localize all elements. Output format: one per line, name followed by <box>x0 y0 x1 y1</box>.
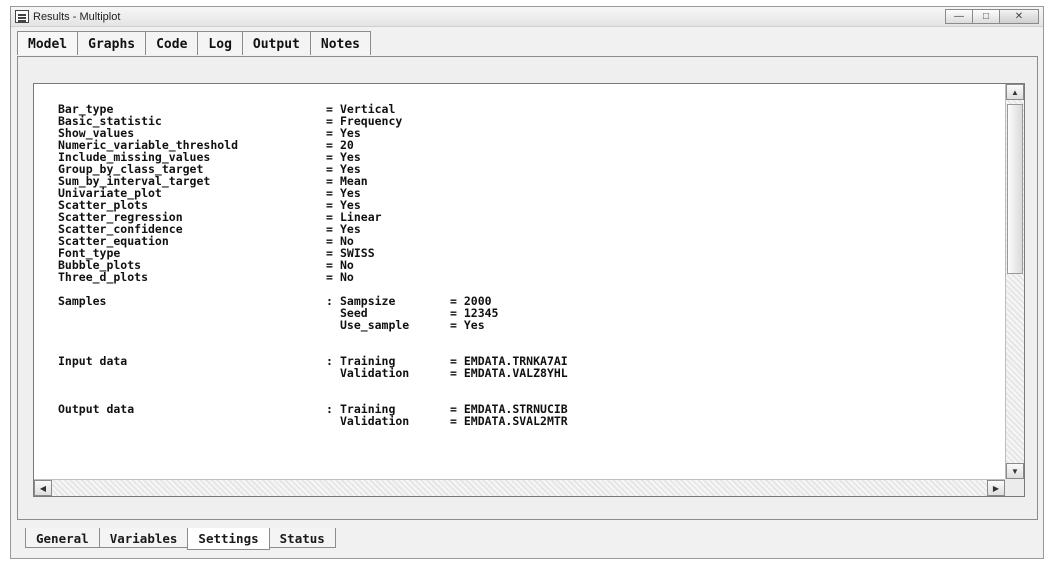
tab-settings[interactable]: Settings <box>187 528 270 550</box>
arrow-right-icon[interactable]: ▶ <box>987 480 1005 496</box>
scroll-corner <box>1005 479 1024 496</box>
tab-general[interactable]: General <box>25 528 100 548</box>
output-data-value: EMDATA.SVAL2MTR <box>463 414 568 428</box>
vertical-scrollbar[interactable]: ▲ ▼ <box>1005 84 1024 479</box>
tab-notes[interactable]: Notes <box>309 31 372 55</box>
horizontal-scrollbar[interactable]: ◀ ▶ <box>34 479 1005 496</box>
setting-key: Three_d_plots <box>58 270 149 284</box>
tab-model[interactable]: Model <box>17 31 79 55</box>
output-data-label: Output data <box>58 402 135 416</box>
bottom-tab-bar: General Variables Settings Status <box>25 528 336 550</box>
setting-row: Scatter_plots = Yes <box>58 198 361 212</box>
settings-panel: Bar_type = Vertical Basic_statistic = Freq… <box>17 56 1038 520</box>
samples-label: Samples <box>58 294 107 308</box>
output-data-row: Validation = EMDATA.SVAL2MTR <box>340 414 568 428</box>
maximize-button[interactable]: □ <box>972 9 1000 24</box>
input-data-row: Validation = EMDATA.VALZ8YHL <box>340 366 568 380</box>
setting-row: Univariate_plot = Yes <box>58 186 361 200</box>
arrow-left-icon[interactable]: ◀ <box>34 480 52 496</box>
settings-content: Bar_type = Vertical Basic_statistic = Freq… <box>34 84 1005 479</box>
minimize-button[interactable]: — <box>945 9 973 24</box>
tab-graphs[interactable]: Graphs <box>77 31 147 55</box>
maximize-icon: □ <box>982 11 990 22</box>
tab-output[interactable]: Output <box>241 31 311 55</box>
samples-row: Samples: Sampsize = 2000 <box>58 294 492 308</box>
window-controls: — □ ✕ <box>945 9 1039 24</box>
setting-row: Bar_type = Vertical <box>58 102 396 116</box>
sample-key: Use_sample <box>340 318 410 332</box>
samples-row: Seed = 12345 <box>340 306 499 320</box>
tab-status[interactable]: Status <box>268 528 336 548</box>
setting-row: Scatter_equation = No <box>58 234 354 248</box>
tab-variables[interactable]: Variables <box>98 528 189 548</box>
close-button[interactable]: ✕ <box>999 9 1039 24</box>
title-bar: Results - Multiplot — □ ✕ <box>11 7 1043 27</box>
vertical-scroll-thumb[interactable] <box>1007 104 1023 274</box>
tab-log[interactable]: Log <box>197 31 243 55</box>
close-icon: ✕ <box>1014 11 1024 22</box>
setting-row: Scatter_confidence = Yes <box>58 222 361 236</box>
setting-value: No <box>340 270 354 284</box>
setting-row: Three_d_plots = No <box>58 270 354 284</box>
setting-row: Scatter_regression = Linear <box>58 210 382 224</box>
settings-text-area[interactable]: Bar_type = Vertical Basic_statistic = Freq… <box>33 83 1025 497</box>
arrow-up-icon[interactable]: ▲ <box>1006 84 1024 100</box>
setting-row: Sum_by_interval_target = Mean <box>58 174 368 188</box>
input-data-value: EMDATA.VALZ8YHL <box>463 366 568 380</box>
window-title: Results - Multiplot <box>33 11 121 23</box>
input-data-label: Input data <box>58 354 128 368</box>
setting-row: Font_type = SWISS <box>58 246 375 260</box>
samples-row: Use_sample = Yes <box>340 318 485 332</box>
output-data-key: Validation <box>340 414 410 428</box>
minimize-icon: — <box>954 11 964 22</box>
input-data-key: Validation <box>340 366 410 380</box>
top-tab-bar: Model Graphs Code Log Output Notes <box>17 31 372 57</box>
results-window: Results - Multiplot — □ ✕ Model Graphs C… <box>10 6 1044 559</box>
arrow-down-icon[interactable]: ▼ <box>1006 463 1024 479</box>
sample-value: Yes <box>463 318 485 332</box>
setting-row: Bubble_plots = No <box>58 258 354 272</box>
window-icon[interactable] <box>15 10 29 23</box>
tab-code[interactable]: Code <box>145 31 199 55</box>
setting-row: Basic_statistic = Frequency <box>58 114 403 128</box>
